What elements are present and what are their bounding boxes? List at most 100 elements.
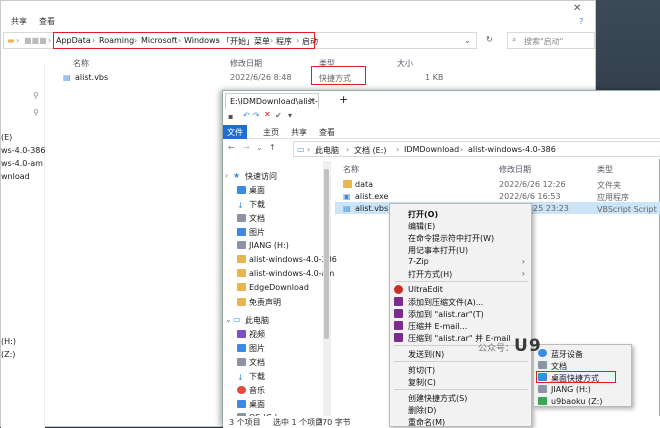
back-arrow-icon[interactable]: ← <box>228 143 235 152</box>
search-placeholder: 搜索"启动" <box>524 37 564 46</box>
menu-item-create-shortcut[interactable]: 创建快捷方式(S) <box>408 393 467 404</box>
nav-this-pc[interactable]: 此电脑 <box>245 315 269 326</box>
tab-title: E:\IDMDownload\alist- <box>230 97 318 106</box>
chevron-right-icon: › <box>16 36 20 45</box>
nav-item-pc-desktop[interactable]: 桌面 <box>237 399 265 410</box>
menu-item-add-archive[interactable]: 添加到压缩文件(A)... <box>408 297 483 308</box>
menu-view[interactable]: 查看 <box>39 16 55 27</box>
menu-item-compress-email[interactable]: 压缩并 E-mail... <box>408 321 467 332</box>
nav-item-edgedownload[interactable]: EdgeDownload <box>237 283 309 292</box>
left-nav-pane: ⚲ ⚲ (E) ws-4.0-386 ws-4.0-am wnload (H:)… <box>1 63 45 428</box>
nav-item-pictures[interactable]: 图片 <box>237 227 265 238</box>
redo-icon[interactable]: ↷ <box>253 111 260 120</box>
menu-item-ultraedit[interactable]: UltraEdit <box>408 285 443 294</box>
up-arrow-icon[interactable]: ↑ <box>269 143 276 152</box>
properties-icon[interactable]: ✔ <box>275 111 282 120</box>
file-size: 1 KB <box>425 73 444 82</box>
file-type: VBScript Script 文件 <box>597 205 660 214</box>
nav-item[interactable]: ws-4.0-386 <box>1 146 45 155</box>
col-name[interactable]: 名称 <box>343 164 359 175</box>
menu-item-cut[interactable]: 剪切(T) <box>408 365 435 376</box>
nav-item[interactable]: (E) <box>1 133 12 142</box>
nav-item-desktop[interactable]: 桌面 <box>237 185 265 196</box>
nav-item-downloads[interactable]: ↓ 下载 <box>237 199 265 210</box>
submenu-arrow-icon: › <box>521 257 525 266</box>
window-tab[interactable]: E:\IDMDownload\alist- ✕ <box>225 93 319 109</box>
close-tab-icon[interactable]: ✕ <box>308 96 315 105</box>
menu-item-rename[interactable]: 重命名(M) <box>408 417 445 428</box>
recent-chevron-icon[interactable]: ⌄ <box>256 143 263 152</box>
nav-item-videos[interactable]: 视频 <box>237 329 265 340</box>
address-bar[interactable]: ▭ › 此电脑 › 文档 (E:) › IDMDownload › alist-… <box>293 141 660 157</box>
title-bar: E:\IDMDownload\alist- ✕ + <box>223 91 660 109</box>
status-size: 270 字节 <box>317 418 351 427</box>
close-icon[interactable]: ✕ <box>573 3 581 14</box>
nav-item[interactable]: (H:) <box>1 337 16 346</box>
menu-item-edit[interactable]: 编辑(E) <box>408 221 435 232</box>
folder-icon <box>343 180 355 189</box>
nav-quick-access[interactable]: 快速访问 <box>245 171 277 182</box>
crumb-idmdownload[interactable]: IDMDownload <box>404 145 459 154</box>
tab-view[interactable]: 查看 <box>319 127 335 138</box>
search-box[interactable]: ⌕ 搜索"启动" <box>507 32 595 49</box>
refresh-icon[interactable]: ↻ <box>486 35 493 44</box>
menu-item-open-cmd[interactable]: 在命令提示符中打开(W) <box>408 233 494 244</box>
nav-item-alist-386[interactable]: alist-windows-4.0-386 <box>237 255 337 264</box>
nav-item-alist-am[interactable]: alist-windows-4.0-am <box>237 269 334 278</box>
nav-item-pc-pictures[interactable]: 图片 <box>237 343 265 354</box>
col-name[interactable]: 名称 <box>73 58 89 69</box>
help-icon[interactable]: ? <box>579 17 583 26</box>
tab-share[interactable]: 共享 <box>291 127 307 138</box>
crumb-alist-folder[interactable]: alist-windows-4.0-386 <box>468 145 556 154</box>
document-icon <box>538 361 547 369</box>
undo-icon[interactable]: ↶ <box>243 111 250 120</box>
menu-item-delete[interactable]: 删除(D) <box>408 405 436 416</box>
menu-item-add-rar[interactable]: 添加到 "alist.rar"(T) <box>408 309 484 320</box>
menu-share[interactable]: 共享 <box>11 16 27 27</box>
menu-item-open-with[interactable]: 打开方式(H) <box>408 269 452 280</box>
save-icon[interactable]: ▪ <box>228 112 233 121</box>
nav-item[interactable]: ws-4.0-am <box>1 159 43 168</box>
tab-home[interactable]: 主页 <box>263 127 279 138</box>
tab-file[interactable]: 文件 <box>223 125 247 139</box>
crumb-this-pc[interactable]: 此电脑 <box>315 145 339 156</box>
menu-item-open-notepad[interactable]: 用记事本打开(U) <box>408 245 468 256</box>
nav-item[interactable]: (Z:) <box>1 350 15 359</box>
file-name[interactable]: alist.exe <box>355 192 388 201</box>
nav-item[interactable]: wnload <box>1 172 30 181</box>
col-modified[interactable]: 修改日期 <box>499 164 531 175</box>
menu-item-send-to[interactable]: 发送到(N) <box>408 349 444 360</box>
nav-item-documents[interactable]: 文档 <box>237 213 265 224</box>
file-name[interactable]: alist.vbs <box>355 204 388 213</box>
computer-icon: ▭ <box>233 315 241 324</box>
sendto-jiang[interactable]: JIANG (H:) <box>551 385 591 394</box>
crumb-drive-e[interactable]: 文档 (E:) <box>354 145 387 156</box>
delete-icon[interactable]: ✕ <box>264 110 271 119</box>
watermark-logo: U9 <box>514 336 542 356</box>
file-modified: 2022/6/26 8:48 <box>230 73 292 82</box>
col-size[interactable]: 大小 <box>397 58 413 69</box>
nav-item-pc-downloads[interactable]: ↓ 下载 <box>237 371 265 382</box>
nav-item-disclaimer[interactable]: 免责声明 <box>237 297 281 308</box>
menu-item-copy[interactable]: 复制(C) <box>408 377 436 388</box>
file-name[interactable]: data <box>355 180 373 189</box>
nav-item-jiang[interactable]: JIANG (H:) <box>237 241 289 250</box>
col-modified[interactable]: 修改日期 <box>230 58 262 69</box>
menu-divider <box>394 361 528 362</box>
scrollbar-thumb[interactable] <box>324 169 329 339</box>
file-type: 文件夹 <box>597 181 621 190</box>
nav-scrollbar[interactable] <box>323 161 330 418</box>
sendto-bluetooth[interactable]: 蓝牙设备 <box>551 349 583 360</box>
forward-arrow-icon[interactable]: → <box>243 143 250 152</box>
customize-icon[interactable]: ▾ <box>288 111 292 120</box>
sendto-u9baoku[interactable]: u9baoku (Z:) <box>551 397 602 406</box>
menu-item-open[interactable]: 打开(O) <box>408 209 438 220</box>
star-icon: ★ <box>233 171 241 180</box>
nav-item-pc-documents[interactable]: 文档 <box>237 357 265 368</box>
chevron-down-icon[interactable]: ⌄ <box>464 36 471 45</box>
nav-item-music[interactable]: 音乐 <box>237 385 265 396</box>
col-type[interactable]: 类型 <box>597 164 613 175</box>
menu-item-7zip[interactable]: 7-Zip <box>408 257 429 266</box>
new-tab-icon[interactable]: + <box>339 93 348 106</box>
file-name[interactable]: alist.vbs <box>75 73 108 82</box>
